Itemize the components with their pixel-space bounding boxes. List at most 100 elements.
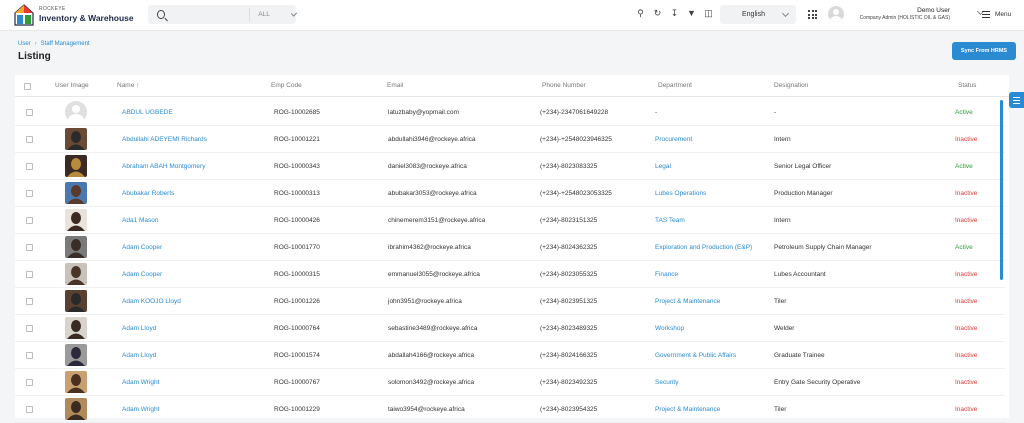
app-logo[interactable]: ROCKEYE Inventory & Warehouse: [0, 0, 148, 31]
cell-email: john3951@rockeye.africa: [388, 298, 462, 305]
row-checkbox[interactable]: [26, 244, 33, 251]
cell-name[interactable]: Adam Wright: [122, 379, 159, 386]
sync-from-hrms-button[interactable]: Sync From HRMS: [952, 42, 1016, 60]
cell-emp-code: ROG-10000426: [274, 217, 320, 224]
cell-department[interactable]: Exploration and Production (E&P): [655, 244, 752, 251]
cell-designation: Lubes Accountant: [774, 271, 826, 278]
row-checkbox[interactable]: [26, 352, 33, 359]
user-avatar[interactable]: [828, 6, 844, 22]
layout-icon[interactable]: ◫: [704, 9, 713, 18]
cell-email: latuzbaby@yopmail.com: [388, 109, 459, 116]
cell-name[interactable]: ABDUL UGBEDE: [122, 109, 173, 116]
cell-name[interactable]: Adam KOOJO Lloyd: [122, 298, 181, 305]
user-photo: [65, 263, 87, 285]
row-checkbox[interactable]: [26, 406, 33, 413]
user-photo: [65, 155, 87, 177]
filter-icon[interactable]: ▼: [687, 9, 696, 18]
col-designation[interactable]: Designation: [774, 82, 808, 89]
table-row[interactable]: Adam Lloyd ROG-10001574 abdallah4166@rocke…: [15, 342, 1005, 369]
cell-name[interactable]: Adam Wright: [122, 406, 159, 413]
cell-phone: (+234)-+2548023053325: [540, 190, 612, 197]
breadcrumb-staff-management[interactable]: Staff Management: [41, 41, 90, 47]
cell-name[interactable]: Abraham ABAH Montgomery: [122, 163, 205, 170]
apps-grid-icon[interactable]: [808, 10, 817, 19]
row-checkbox[interactable]: [26, 163, 33, 170]
table-row[interactable]: Adam Cooper ROG-10001770 ibrahim4362@rocke…: [15, 234, 1005, 261]
global-search: ALL: [148, 5, 298, 24]
cell-email: chinemerem3151@rockeye.africa: [388, 217, 486, 224]
row-checkbox[interactable]: [26, 379, 33, 386]
search-icon[interactable]: [157, 10, 165, 19]
cell-email: abubakar3053@rockeye.africa: [388, 190, 477, 197]
cell-name[interactable]: Abubakar Roberts: [122, 190, 174, 197]
cell-name[interactable]: Abdullahi ADEYEMI Richards: [122, 136, 207, 143]
cell-designation: Senior Legal Officer: [774, 163, 832, 170]
cell-name[interactable]: Adam Cooper: [122, 244, 162, 251]
cell-status: Inactive: [955, 352, 978, 359]
row-checkbox[interactable]: [26, 217, 33, 224]
page-title: Listing: [18, 51, 51, 62]
search-input[interactable]: [168, 6, 239, 23]
cell-status: Active: [955, 244, 973, 251]
table-row[interactable]: Ada1 Mason ROG-10000426 chinemerem3151@roc…: [15, 207, 1005, 234]
col-phone[interactable]: Phone Number: [542, 82, 586, 89]
menu-button[interactable]: Menu: [982, 11, 1011, 18]
row-checkbox[interactable]: [26, 136, 33, 143]
select-all-checkbox[interactable]: [24, 83, 31, 90]
cell-name[interactable]: Ada1 Mason: [122, 217, 159, 224]
chevron-down-icon[interactable]: [290, 9, 298, 17]
row-checkbox[interactable]: [26, 271, 33, 278]
cell-department[interactable]: Project & Maintenance: [655, 406, 720, 413]
cell-department[interactable]: Government & Public Affairs: [655, 352, 736, 359]
breadcrumb-user[interactable]: User: [18, 41, 31, 47]
cell-name[interactable]: Adam Cooper: [122, 271, 162, 278]
table-row[interactable]: Abraham ABAH Montgomery ROG-10000343 danie…: [15, 153, 1005, 180]
table-row[interactable]: Adam Wright ROG-10001229 taiwo3954@rockeye…: [15, 396, 1005, 423]
cell-department[interactable]: Security: [655, 379, 678, 386]
col-department[interactable]: Department: [658, 82, 692, 89]
cell-emp-code: ROG-10001226: [274, 298, 320, 305]
table-row[interactable]: Adam KOOJO Lloyd ROG-10001226 john3951@roc…: [15, 288, 1005, 315]
col-email[interactable]: Email: [387, 82, 403, 89]
table-row[interactable]: Adam Lloyd ROG-10000764 sebastine3489@rock…: [15, 315, 1005, 342]
row-checkbox[interactable]: [26, 325, 33, 332]
row-checkbox[interactable]: [26, 109, 33, 116]
column-settings-icon[interactable]: [1009, 92, 1024, 108]
cell-department[interactable]: Procurement: [655, 136, 692, 143]
search-icon[interactable]: ⚲: [636, 9, 645, 18]
cell-emp-code: ROG-10000767: [274, 379, 320, 386]
cell-department[interactable]: Finance: [655, 271, 678, 278]
table-row[interactable]: Abubakar Roberts ROG-10000313 abubakar3053…: [15, 180, 1005, 207]
cell-designation: Production Manager: [774, 190, 833, 197]
cell-department[interactable]: Project & Maintenance: [655, 298, 720, 305]
col-status[interactable]: Status: [958, 82, 976, 89]
table-row[interactable]: Adam Cooper ROG-10000315 emmanuel3055@rock…: [15, 261, 1005, 288]
download-icon[interactable]: ↧: [670, 9, 679, 18]
cell-department[interactable]: Legal: [655, 163, 671, 170]
search-scope-select[interactable]: ALL: [258, 11, 270, 18]
table-row[interactable]: Adam Wright ROG-10000767 solomon3492@rocke…: [15, 369, 1005, 396]
cell-name[interactable]: Adam Lloyd: [122, 325, 156, 332]
table-row[interactable]: Abdullahi ADEYEMI Richards ROG-10001221 ab…: [15, 126, 1005, 153]
cell-designation: Welder: [774, 325, 795, 332]
cell-department[interactable]: Lubes Operations: [655, 190, 706, 197]
row-checkbox[interactable]: [26, 190, 33, 197]
cell-department[interactable]: Workshop: [655, 325, 684, 332]
table-row[interactable]: ABDUL UGBEDE ROG-10002685 latuzbaby@yopmai…: [15, 99, 1005, 126]
cell-status: Inactive: [955, 217, 978, 224]
menu-label: Menu: [995, 11, 1012, 18]
col-name[interactable]: Name ↑: [117, 82, 139, 89]
user-photo: [65, 290, 87, 312]
user-info[interactable]: Demo User Company Admin (HOLISTIC OIL & …: [860, 7, 950, 21]
cell-department[interactable]: TAS Team: [655, 217, 685, 224]
row-checkbox[interactable]: [26, 298, 33, 305]
user-photo: [65, 128, 87, 150]
cell-designation: Tiler: [774, 406, 787, 413]
refresh-icon[interactable]: ↻: [653, 9, 662, 18]
cell-status: Active: [955, 109, 973, 116]
col-emp-code[interactable]: Emp Code: [271, 82, 302, 89]
staff-table: User Image Name ↑ Emp Code Email Phone N…: [15, 75, 1009, 423]
cell-name[interactable]: Adam Lloyd: [122, 352, 156, 359]
scrollbar[interactable]: [1000, 100, 1003, 280]
language-select[interactable]: English: [720, 5, 796, 24]
